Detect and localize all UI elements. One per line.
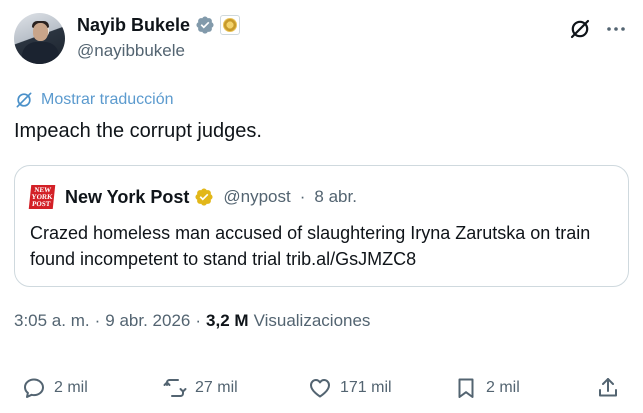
repost-button[interactable]: 27 mil — [163, 373, 238, 403]
action-bar: 2 mil 27 mil 171 mil 2 mil — [0, 373, 643, 403]
grok-icon[interactable] — [568, 17, 592, 41]
bookmark-icon — [458, 378, 474, 398]
author-name[interactable]: Nayib Bukele — [77, 15, 190, 36]
tweet-meta: 3:05 a. m. · 9 abr. 2026 · 3,2 M Visuali… — [14, 311, 370, 331]
author-name-row: Nayib Bukele — [77, 13, 241, 37]
quoted-tweet[interactable]: NEW YORK POST New York Post @nypost · 8 … — [14, 165, 629, 287]
tweet-text: Impeach the corrupt judges. — [14, 120, 262, 142]
author-handle[interactable]: @nayibbukele — [77, 41, 185, 61]
more-icon[interactable] — [604, 17, 628, 41]
tweet-time[interactable]: 3:05 a. m. — [14, 311, 90, 331]
like-icon — [310, 379, 330, 398]
repost-icon — [163, 379, 187, 397]
tweet-date[interactable]: 9 abr. 2026 — [105, 311, 190, 331]
quoted-author-handle: @nypost — [223, 187, 291, 206]
nypost-logo[interactable]: NEW YORK POST — [28, 185, 56, 209]
translate-label[interactable]: Mostrar traducción — [41, 91, 174, 109]
government-badge-icon[interactable] — [220, 15, 241, 35]
avatar[interactable] — [14, 13, 65, 64]
translate-link[interactable]: Mostrar traducción — [14, 90, 174, 110]
quoted-tweet-header: NEW YORK POST New York Post @nypost · 8 … — [28, 184, 357, 210]
bookmark-count: 2 mil — [486, 379, 520, 396]
separator-dot: · — [94, 311, 101, 330]
reply-count: 2 mil — [54, 379, 88, 396]
separator-dot: · — [299, 187, 306, 206]
quoted-date[interactable]: 8 abr. — [314, 187, 357, 207]
quoted-author-name[interactable]: New York Post — [65, 187, 189, 208]
verified-badge-icon — [195, 188, 213, 206]
bookmark-button[interactable]: 2 mil — [454, 373, 520, 403]
share-button[interactable] — [596, 373, 620, 403]
translate-icon — [16, 92, 32, 108]
repost-count: 27 mil — [195, 379, 238, 396]
like-count: 171 mil — [340, 379, 392, 396]
separator-dot: · — [195, 311, 202, 330]
views-count: 3,2 M — [206, 311, 249, 330]
reply-button[interactable]: 2 mil — [22, 373, 88, 403]
quoted-tweet-text: Crazed homeless man accused of slaughter… — [30, 223, 591, 269]
views-label: Visualizaciones — [253, 311, 371, 330]
like-button[interactable]: 171 mil — [308, 373, 392, 403]
verified-badge-icon[interactable] — [195, 15, 215, 35]
reply-icon — [24, 378, 44, 398]
share-icon — [599, 378, 617, 397]
